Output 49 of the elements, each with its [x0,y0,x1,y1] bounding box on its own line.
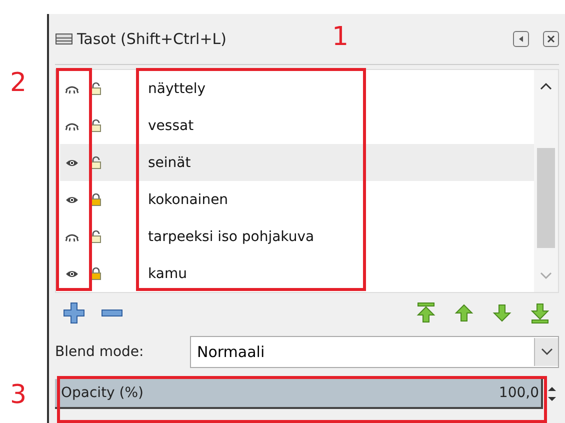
blend-mode-label: Blend mode: [55,344,145,360]
annotation-number: 2 [10,68,27,98]
layer-row[interactable]: kokonainen [60,181,534,218]
layer-name: kamu [148,266,187,282]
layer-row[interactable]: kamu [60,255,534,292]
dropdown-button[interactable] [534,338,558,366]
layers-icon [55,32,73,46]
eye-icon[interactable] [65,194,79,204]
padlock-icon[interactable] [90,193,102,206]
plus-icon [63,302,85,324]
spin-up-icon[interactable] [547,384,557,394]
eye-icon[interactable] [65,268,79,278]
raise-to-top-icon [415,302,437,324]
scroll-up-icon[interactable] [540,82,552,90]
closed-eye-icon[interactable] [65,84,79,94]
left-triangle-icon [517,35,525,43]
closed-eye-icon[interactable] [65,120,79,130]
layer-name: näyttely [148,80,206,96]
closed-eye-icon[interactable] [65,232,79,242]
layer-row[interactable]: vessat [60,107,534,144]
blend-mode-dropdown[interactable]: Normaali [190,336,559,368]
opacity-label: Opacity (%) [61,385,144,401]
layer-name: tarpeeksi iso pohjakuva [148,228,314,244]
close-button[interactable] [543,31,559,47]
panel-title: Tasot (Shift+Ctrl+L) [77,30,226,48]
layer-row[interactable]: seinät [60,144,534,181]
open-padlock-icon[interactable] [90,230,102,243]
collapse-button[interactable] [513,31,529,47]
layer-row[interactable]: näyttely [60,70,534,107]
annotation-number: 3 [10,380,27,410]
open-padlock-icon[interactable] [90,82,102,95]
opacity-slider[interactable]: Opacity (%) 100,0 [55,379,543,409]
down-arrow-icon [491,302,513,324]
padlock-icon[interactable] [90,267,102,280]
open-padlock-icon[interactable] [90,156,102,169]
scrollbar[interactable] [534,70,558,292]
up-arrow-icon [453,302,475,324]
annotation-number: 1 [332,22,349,52]
layer-name: vessat [148,118,194,134]
layer-name: seinät [148,154,191,170]
lower-to-bottom-icon [529,302,551,324]
spin-down-icon[interactable] [547,394,557,404]
eye-icon[interactable] [65,158,79,168]
open-padlock-icon[interactable] [90,119,102,132]
layer-row[interactable]: tarpeeksi iso pohjakuva [60,218,534,255]
chevron-down-icon [540,348,552,356]
layer-name: kokonainen [148,192,228,208]
opacity-value: 100,0 [498,385,539,401]
close-icon [547,35,555,43]
